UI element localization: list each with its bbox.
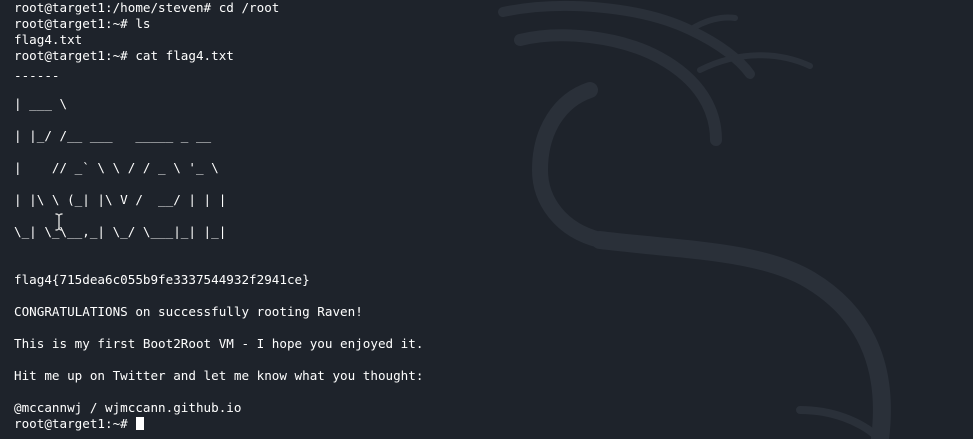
flag-line: flag4{715dea6c055b9fe3337544932f2941ce} (14, 272, 310, 287)
ascii-art-line: | |\ \ (_| |\ V / __/ | | | (14, 192, 227, 207)
command-line-cd: root@target1:/home/steven# cd /root (14, 0, 280, 15)
text-ibeam-cursor-icon (55, 213, 63, 231)
ls-output-line: flag4.txt (14, 32, 83, 47)
ascii-art-line: | |_/ /__ ___ _____ _ __ (14, 128, 212, 143)
ascii-art-line: ------ (14, 68, 60, 83)
terminal-output: root@target1:/home/steven# cd /root root… (14, 0, 423, 431)
congrats-line: CONGRATULATIONS on successfully rooting … (14, 304, 363, 319)
ascii-art-line: \_| \_\__,_| \_/ \___|_| |_| (14, 224, 227, 239)
command-line-ls: root@target1:~# ls (14, 16, 151, 31)
block-cursor (136, 417, 145, 430)
current-prompt-line[interactable]: root@target1:~# (14, 416, 145, 432)
command-line-cat: root@target1:~# cat flag4.txt (14, 48, 234, 63)
twitter-line: Hit me up on Twitter and let me know wha… (14, 368, 424, 383)
current-prompt: root@target1:~# (14, 416, 136, 431)
ascii-art-line: | // _` \ \ / / _ \ '_ \ (14, 160, 219, 175)
handle-line: @mccannwj / wjmccann.github.io (14, 400, 242, 415)
terminal-window[interactable]: root@target1:/home/steven# cd /root root… (0, 0, 973, 439)
ascii-art-line: | ___ \ (14, 96, 68, 111)
first-vm-line: This is my first Boot2Root VM - I hope y… (14, 336, 424, 351)
